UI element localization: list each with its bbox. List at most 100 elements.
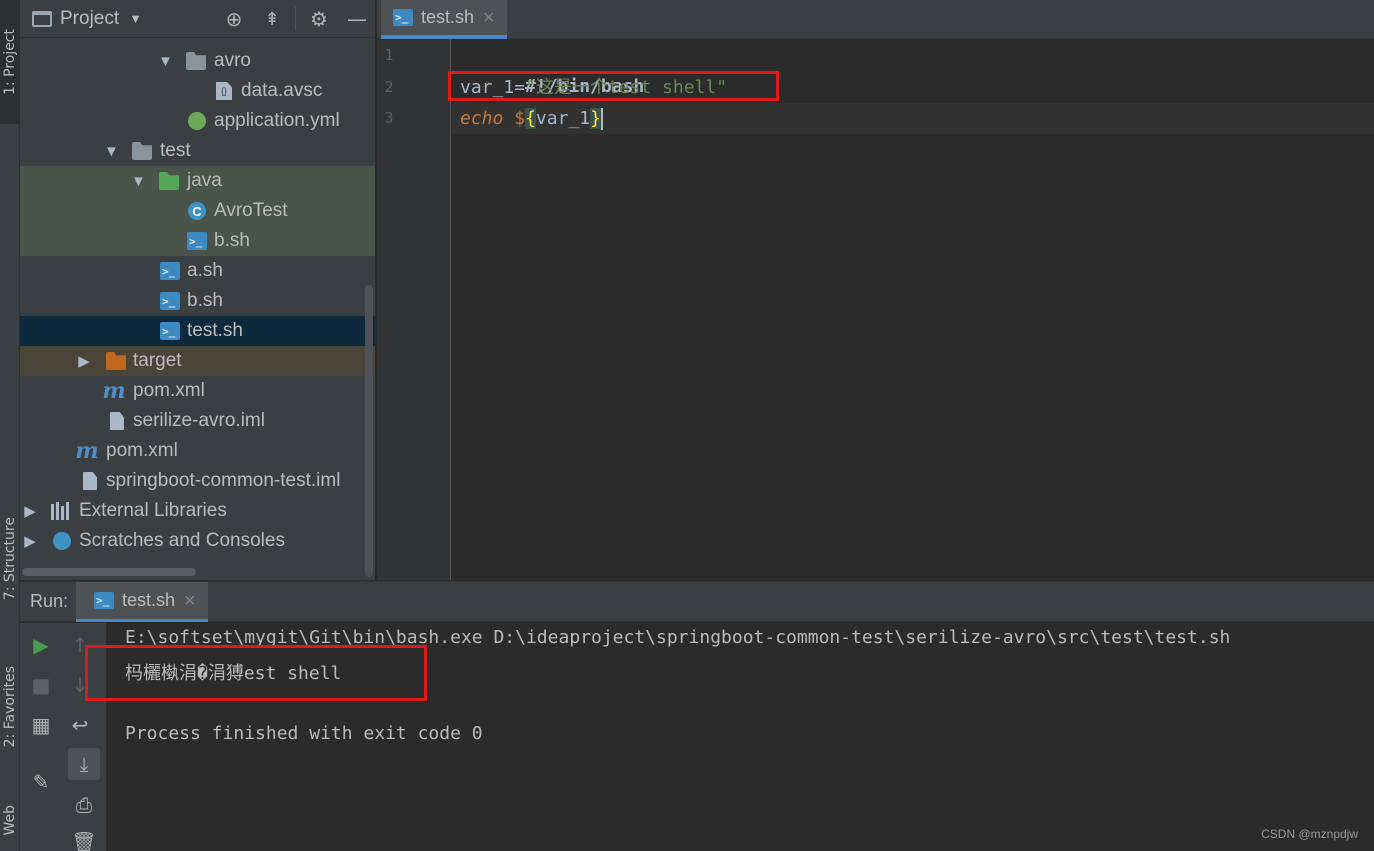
collapse-all-button[interactable]: ⇞ — [253, 0, 291, 38]
chevron-down-icon: ▼ — [129, 11, 143, 26]
project-view-selector[interactable]: Project ▼ — [20, 8, 142, 30]
spring-yml-file-icon — [188, 112, 206, 130]
tree-item-target[interactable]: ▶ target — [20, 346, 375, 376]
project-panel-toolbar: ⊕ ⇞ ⚙ — — [215, 0, 375, 38]
tool-tab-web[interactable]: Web — [0, 790, 20, 851]
text-caret — [600, 108, 603, 130]
tree-item-avrotest[interactable]: C AvroTest — [20, 196, 375, 226]
echo-keyword: echo — [460, 108, 504, 129]
highlight-box-console — [85, 645, 427, 701]
play-icon: ▶ — [33, 633, 49, 657]
tree-item-label: java — [187, 170, 222, 191]
project-panel-header: Project ▼ ⊕ ⇞ ⚙ — — [20, 0, 375, 38]
tree-item-pom-xml-root[interactable]: m pom.xml — [20, 436, 375, 466]
tree-item-a-sh[interactable]: >_ a.sh — [20, 256, 375, 286]
shell-script-icon: >_ — [160, 322, 180, 340]
settings-button[interactable]: ⚙ — [300, 0, 338, 38]
tool-tab-favorites-label: 2: Favorites — [2, 666, 18, 748]
clear-all-button[interactable]: 🗑 — [68, 826, 100, 851]
tree-item-label: avro — [214, 50, 251, 71]
test-source-folder-icon — [159, 172, 179, 190]
print-button[interactable]: ⎙ — [68, 789, 100, 821]
trash-icon: 🗑 — [71, 830, 97, 851]
chevron-right-icon[interactable]: ▶ — [77, 352, 91, 370]
pin-tab-button[interactable]: ✎ — [25, 766, 57, 798]
tree-item-springboot-common-test-iml[interactable]: springboot-common-test.iml — [20, 466, 375, 496]
line-number: 3 — [384, 109, 394, 127]
tree-item-application-yml[interactable]: application.yml — [20, 106, 375, 136]
highlight-box-editor — [448, 71, 779, 101]
editor-tab-bar: >_ test.sh ✕ — [377, 0, 1374, 39]
tree-item-test[interactable]: ▼ test — [20, 136, 375, 166]
tree-item-data-avsc[interactable]: {} data.avsc — [20, 76, 375, 106]
tree-item-label: AvroTest — [214, 200, 288, 221]
left-tool-strip: 1: Project 7: Structure 2: Favorites Web — [0, 0, 20, 851]
chevron-down-icon[interactable]: ▼ — [104, 143, 119, 160]
tree-item-avro[interactable]: ▼ avro — [20, 46, 375, 76]
tree-item-label: test — [160, 140, 191, 161]
excluded-folder-icon — [106, 352, 126, 370]
tool-tab-structure[interactable]: 7: Structure — [0, 500, 20, 618]
console-line-exit: Process finished with exit code 0 — [125, 723, 483, 744]
pin-icon: ✎ — [32, 770, 50, 794]
soft-wrap-button[interactable]: ↩ — [64, 709, 96, 741]
tree-item-java[interactable]: ▼ java — [20, 166, 375, 196]
tree-item-label: data.avsc — [241, 80, 323, 101]
close-icon[interactable]: ✕ — [482, 8, 495, 28]
project-tree-horizontal-scrollbar[interactable] — [22, 568, 196, 576]
folder-icon — [186, 52, 206, 70]
editor-tab-test-sh[interactable]: >_ test.sh ✕ — [381, 0, 507, 39]
console-output[interactable]: E:\softset\mygit\Git\bin\bash.exe D:\ide… — [85, 623, 1374, 851]
shell-script-icon: >_ — [94, 592, 114, 609]
hide-panel-button[interactable]: — — [338, 0, 375, 38]
collapse-all-icon: ⇞ — [264, 8, 280, 30]
minimize-icon: — — [347, 7, 367, 31]
run-tab-test-sh[interactable]: >_ test.sh ✕ — [76, 582, 208, 622]
tool-tab-project-label: 1: Project — [2, 29, 18, 95]
project-tree-vertical-scrollbar[interactable] — [365, 285, 373, 577]
folder-icon — [132, 142, 152, 160]
shell-script-icon: >_ — [187, 232, 207, 250]
chevron-down-icon[interactable]: ▼ — [131, 173, 146, 190]
tree-item-scratches-and-consoles[interactable]: ▶ Scratches and Consoles — [20, 526, 375, 556]
chevron-right-icon[interactable]: ▶ — [23, 502, 37, 520]
chevron-right-icon[interactable]: ▶ — [23, 532, 37, 550]
tree-item-label: target — [133, 350, 182, 371]
tree-item-label: serilize-avro.iml — [133, 410, 265, 431]
tree-item-serilize-avro-iml[interactable]: serilize-avro.iml — [20, 406, 375, 436]
line-number-gutter: 1 2 3 — [377, 39, 451, 580]
restore-layout-button[interactable]: ▦ — [25, 709, 57, 741]
tool-tab-favorites[interactable]: 2: Favorites — [0, 648, 20, 766]
tool-tab-web-label: Web — [2, 805, 18, 836]
code-editor: >_ test.sh ✕ 1 2 3 #!/bin/bash var_1="这是… — [377, 0, 1374, 580]
tree-item-b-sh-java[interactable]: >_ b.sh — [20, 226, 375, 256]
run-panel: Run: >_ test.sh ✕ ▶ ↑ ■ ↓ ↩ ▦ ⤓ ✎ ⎙ 🗑 E:… — [20, 581, 1374, 851]
module-file-icon — [83, 472, 97, 490]
stop-button[interactable]: ■ — [25, 669, 57, 701]
shell-script-icon: >_ — [393, 9, 413, 26]
gear-icon: ⚙ — [310, 7, 328, 31]
tool-tab-project[interactable]: 1: Project — [0, 0, 20, 124]
avro-schema-file-icon: {} — [216, 82, 232, 100]
tree-item-b-sh[interactable]: >_ b.sh — [20, 286, 375, 316]
tree-item-test-sh[interactable]: >_ test.sh — [20, 316, 375, 346]
watermark: CSDN @mznpdjw — [1261, 827, 1358, 841]
line-number: 1 — [384, 46, 394, 64]
tree-item-label: springboot-common-test.iml — [106, 470, 341, 491]
chevron-down-icon[interactable]: ▼ — [158, 53, 173, 70]
soft-wrap-icon: ↩ — [71, 713, 89, 737]
code-text-area[interactable]: #!/bin/bash var_1="这是一个test shell" echo … — [452, 39, 1374, 580]
scroll-to-end-button[interactable]: ⤓ — [68, 748, 100, 780]
rerun-button[interactable]: ▶ — [25, 629, 57, 661]
scratches-icon — [53, 532, 71, 550]
tree-item-external-libraries[interactable]: ▶ External Libraries — [20, 496, 375, 526]
shell-script-icon: >_ — [160, 262, 180, 280]
editor-tab-label: test.sh — [421, 7, 475, 27]
tree-item-pom-xml-module[interactable]: m pom.xml — [20, 376, 375, 406]
close-icon[interactable]: ✕ — [183, 591, 196, 611]
tree-item-label: b.sh — [187, 290, 223, 311]
tree-item-label: b.sh — [214, 230, 250, 251]
tool-tab-structure-label: 7: Structure — [2, 517, 18, 601]
stop-icon: ■ — [31, 673, 51, 697]
locate-file-button[interactable]: ⊕ — [215, 0, 253, 38]
